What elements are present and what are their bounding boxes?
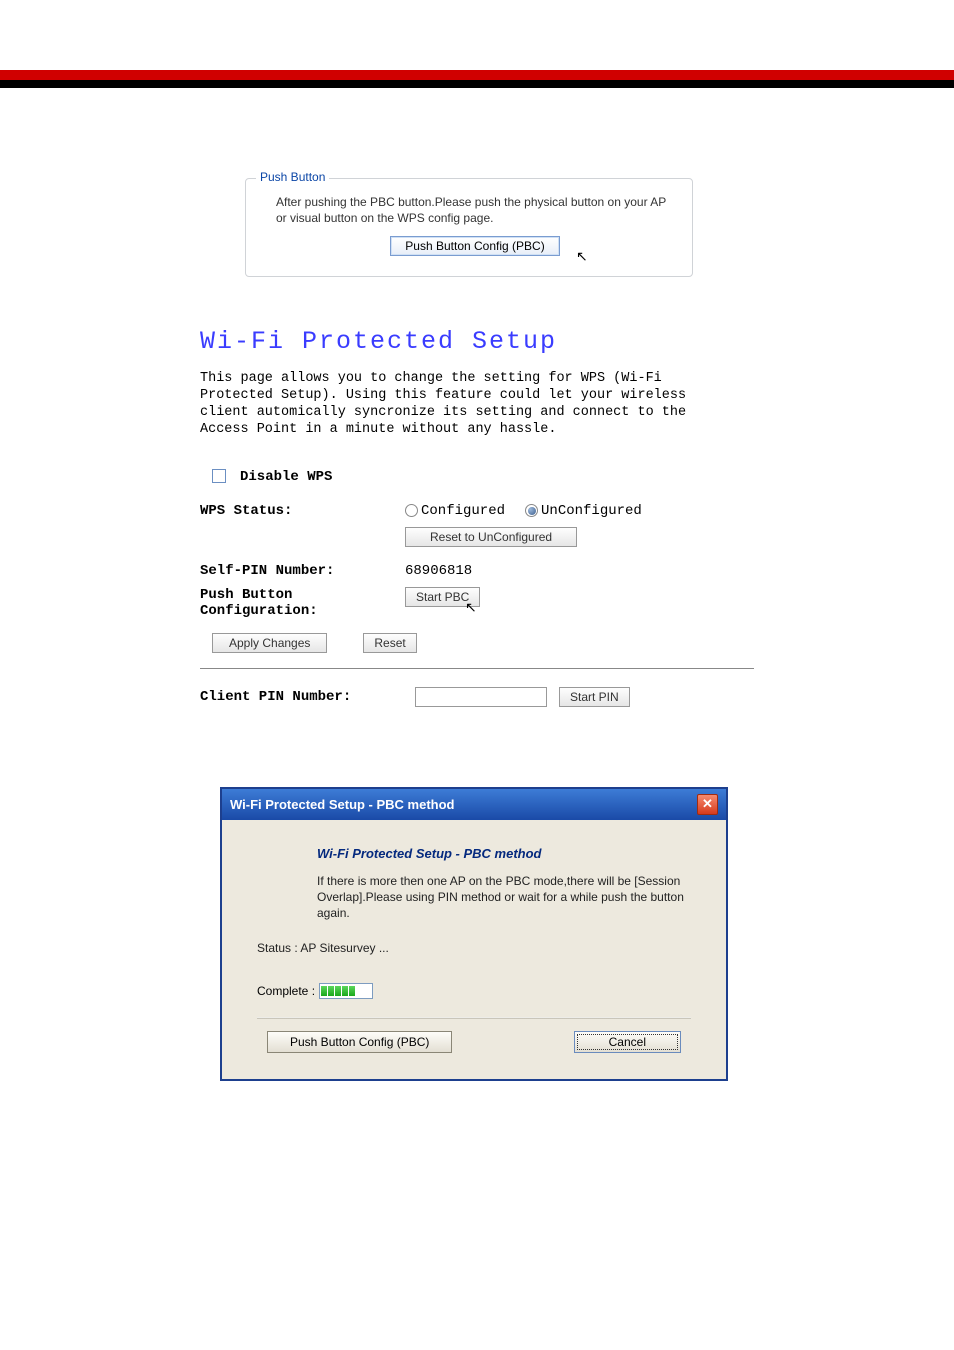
progress-segment bbox=[342, 986, 348, 996]
page-header-bar bbox=[0, 70, 954, 88]
disable-wps-checkbox[interactable] bbox=[212, 469, 240, 484]
apply-changes-button[interactable]: Apply Changes bbox=[212, 633, 327, 653]
dialog-status-text: Status : AP Sitesurvey ... bbox=[257, 941, 691, 955]
disable-wps-label: Disable WPS bbox=[240, 469, 332, 485]
self-pin-label: Self-PIN Number: bbox=[200, 563, 405, 579]
pbc-dialog: Wi-Fi Protected Setup - PBC method ✕ Wi-… bbox=[220, 787, 728, 1082]
unconfigured-radio[interactable]: UnConfigured bbox=[525, 503, 642, 519]
progress-segment bbox=[349, 986, 355, 996]
progress-segment bbox=[328, 986, 334, 996]
start-pin-button[interactable]: Start PIN bbox=[559, 687, 630, 707]
push-button-fieldset: Push Button After pushing the PBC button… bbox=[245, 178, 693, 277]
pbc-config-label: Push Button Configuration: bbox=[200, 587, 405, 619]
separator bbox=[200, 668, 754, 669]
dialog-title: Wi-Fi Protected Setup - PBC method bbox=[230, 797, 455, 812]
client-pin-input[interactable] bbox=[415, 687, 547, 707]
close-icon[interactable]: ✕ bbox=[697, 794, 718, 815]
dialog-cancel-button[interactable]: Cancel bbox=[574, 1031, 681, 1053]
unconfigured-radio-label: UnConfigured bbox=[541, 503, 642, 519]
wps-status-label: WPS Status: bbox=[200, 503, 405, 519]
client-pin-label: Client PIN Number: bbox=[200, 689, 415, 705]
cursor-icon: ↖ bbox=[576, 248, 588, 265]
dialog-body-text: If there is more then one AP on the PBC … bbox=[317, 873, 687, 922]
push-button-legend: Push Button bbox=[256, 170, 329, 184]
dialog-separator bbox=[257, 1017, 691, 1019]
progress-segment bbox=[321, 986, 327, 996]
dialog-heading: Wi-Fi Protected Setup - PBC method bbox=[317, 846, 691, 861]
page-description: This page allows you to change the setti… bbox=[200, 371, 740, 439]
radio-on-icon bbox=[525, 504, 538, 517]
checkbox-empty-icon bbox=[212, 469, 226, 483]
progress-segment bbox=[335, 986, 341, 996]
configured-radio-label: Configured bbox=[421, 503, 505, 519]
start-pbc-button[interactable]: Start PBC bbox=[405, 587, 480, 607]
progress-bar bbox=[319, 983, 373, 999]
push-button-config-button[interactable]: Push Button Config (PBC) bbox=[390, 236, 559, 256]
complete-label: Complete : bbox=[257, 984, 315, 998]
reset-to-unconfigured-button[interactable]: Reset to UnConfigured bbox=[405, 527, 577, 547]
configured-radio[interactable]: Configured bbox=[405, 503, 505, 519]
self-pin-value: 68906818 bbox=[405, 563, 472, 579]
page-title: Wi-Fi Protected Setup bbox=[200, 327, 754, 356]
radio-off-icon bbox=[405, 504, 418, 517]
dialog-pbc-button[interactable]: Push Button Config (PBC) bbox=[267, 1031, 452, 1053]
push-button-description: After pushing the PBC button.Please push… bbox=[276, 194, 674, 226]
reset-button[interactable]: Reset bbox=[363, 633, 416, 653]
